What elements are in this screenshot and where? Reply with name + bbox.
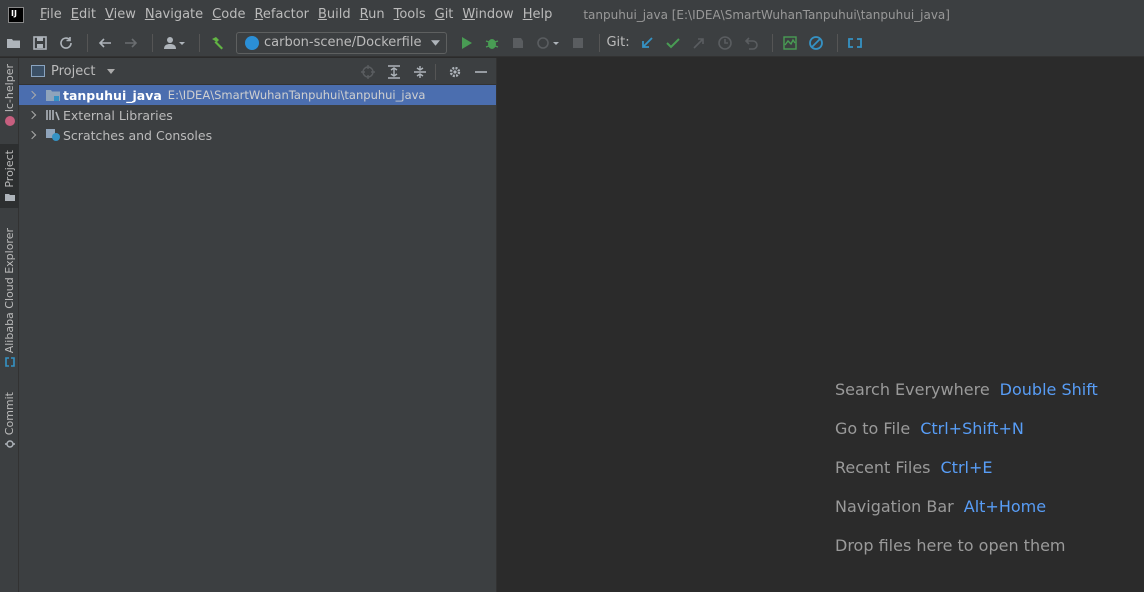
stop-icon[interactable]: [567, 32, 589, 54]
user-dropdown-icon[interactable]: [159, 32, 189, 54]
tab-commit[interactable]: Commit: [0, 392, 19, 449]
toolbar-separator: [199, 33, 200, 52]
alibaba-cloud-icon: [4, 357, 15, 368]
toolbar-separator: [87, 33, 88, 52]
git-history-clock-icon[interactable]: [714, 32, 736, 54]
toolbar-separator: [771, 33, 773, 52]
sync-icon[interactable]: [55, 32, 77, 54]
back-arrow-icon[interactable]: [94, 32, 116, 54]
menu-git[interactable]: Git: [435, 7, 454, 22]
expand-all-icon[interactable]: [383, 61, 405, 83]
menu-window[interactable]: Window: [462, 7, 513, 22]
menu-build[interactable]: Build: [318, 7, 351, 22]
menu-code[interactable]: Code: [212, 7, 245, 22]
chevron-right-icon[interactable]: [27, 90, 37, 100]
project-panel-header: Project: [19, 58, 496, 85]
tab-project[interactable]: Project: [0, 144, 19, 208]
toolbar-separator: [599, 33, 601, 52]
folder-icon: [4, 193, 15, 201]
collapse-all-icon[interactable]: [409, 61, 431, 83]
tree-item-path: E:\IDEA\SmartWuhanTanpuhui\tanpuhui_java: [167, 88, 426, 102]
run-configuration-select[interactable]: carbon-scene/Dockerfile: [236, 31, 448, 54]
hint-search-everywhere: Search Everywhere Double Shift: [835, 380, 1098, 399]
minimize-icon[interactable]: [470, 61, 492, 83]
forward-arrow-icon[interactable]: [120, 32, 142, 54]
chevron-down-icon[interactable]: [107, 68, 116, 74]
panel-action-separator: [435, 64, 436, 80]
libraries-icon: [46, 110, 60, 121]
run-play-icon[interactable]: [455, 32, 477, 54]
menu-tools[interactable]: Tools: [394, 7, 426, 22]
hint-navigation-bar: Navigation Bar Alt+Home: [835, 497, 1047, 516]
hint-drop-files: Drop files here to open them: [835, 536, 1066, 555]
ide-window: File Edit View Navigate Code Refactor Bu…: [0, 0, 1144, 592]
hint-recent-files: Recent Files Ctrl+E: [835, 458, 993, 477]
tree-item-name: tanpuhui_java: [63, 87, 162, 103]
intellij-logo-icon[interactable]: [8, 6, 24, 23]
alibaba-cloud-icon[interactable]: [844, 32, 866, 54]
commit-icon: [4, 440, 15, 448]
tab-alibaba-cloud-explorer[interactable]: Alibaba Cloud Explorer: [0, 228, 19, 368]
save-all-icon[interactable]: [29, 32, 51, 54]
project-panel-actions: [353, 61, 492, 83]
left-tool-strip: lc-helper Project Alibaba Cloud Explorer…: [0, 58, 19, 592]
git-update-icon[interactable]: [636, 32, 658, 54]
menu-edit[interactable]: Edit: [71, 7, 96, 22]
build-hammer-icon[interactable]: [206, 32, 228, 54]
lc-helper-icon: [4, 116, 15, 127]
project-window-icon: [31, 65, 45, 77]
git-rollback-icon[interactable]: [740, 32, 762, 54]
menu-file[interactable]: File: [40, 7, 62, 22]
chevron-down-icon: [431, 39, 441, 46]
toolbar-separator: [152, 33, 153, 52]
editor-empty-hints: Search Everywhere Double Shift Go to Fil…: [835, 370, 1098, 565]
toolbar-separator: [836, 33, 838, 52]
run-configuration-label: carbon-scene/Dockerfile: [264, 35, 422, 50]
editor-area[interactable]: Search Everywhere Double Shift Go to Fil…: [497, 58, 1144, 592]
locate-crosshair-icon[interactable]: [357, 61, 379, 83]
monitor-chart-icon[interactable]: [779, 32, 801, 54]
window-title: tanpuhui_java [E:\IDEA\SmartWuhanTanpuhu…: [583, 7, 950, 22]
menu-navigate[interactable]: Navigate: [145, 7, 203, 22]
chevron-right-icon[interactable]: [27, 110, 37, 120]
project-tree: tanpuhui_java E:\IDEA\SmartWuhanTanpuhui…: [19, 85, 496, 145]
hint-go-to-file: Go to File Ctrl+Shift+N: [835, 419, 1024, 438]
tree-item-name: External Libraries: [63, 107, 173, 123]
menu-help[interactable]: Help: [523, 7, 553, 22]
menu-view[interactable]: View: [105, 7, 136, 22]
git-commit-check-icon[interactable]: [662, 32, 684, 54]
tree-item-scratches[interactable]: Scratches and Consoles: [19, 125, 496, 145]
tree-item-project-root[interactable]: tanpuhui_java E:\IDEA\SmartWuhanTanpuhui…: [19, 85, 496, 105]
git-label: Git:: [606, 35, 630, 50]
menu-refactor[interactable]: Refactor: [254, 7, 309, 22]
scratches-icon: [46, 129, 60, 141]
tab-lc-helper[interactable]: lc-helper: [0, 64, 19, 127]
project-panel: Project tanpuhui_java E:\IDEA\SmartWuhan…: [19, 58, 497, 592]
main-toolbar: carbon-scene/Dockerfile Git:: [0, 29, 1144, 57]
chevron-right-icon[interactable]: [27, 130, 37, 140]
tree-item-external-libraries[interactable]: External Libraries: [19, 105, 496, 125]
disable-circle-icon[interactable]: [805, 32, 827, 54]
gear-icon[interactable]: [444, 61, 466, 83]
menu-bar: File Edit View Navigate Code Refactor Bu…: [0, 0, 1144, 29]
project-panel-title[interactable]: Project: [51, 64, 95, 79]
profile-dropdown-icon[interactable]: [533, 32, 563, 54]
menu-run[interactable]: Run: [360, 7, 385, 22]
run-with-coverage-icon[interactable]: [507, 32, 529, 54]
docker-icon: [245, 35, 259, 50]
open-folder-icon[interactable]: [3, 32, 25, 54]
debug-bug-icon[interactable]: [481, 32, 503, 54]
tree-item-name: Scratches and Consoles: [63, 127, 213, 143]
module-folder-icon: [46, 90, 60, 101]
git-push-icon[interactable]: [688, 32, 710, 54]
